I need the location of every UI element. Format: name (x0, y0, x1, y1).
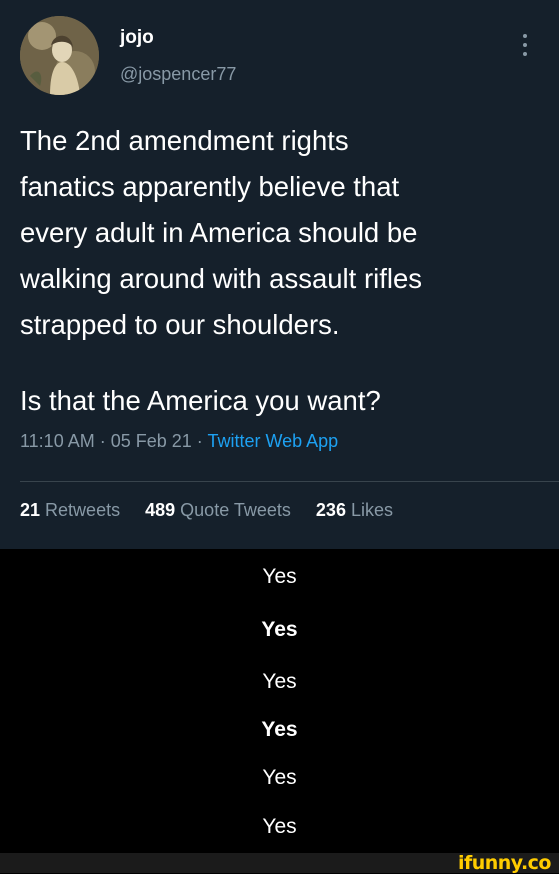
tweet-text-line: The 2nd amendment rights (20, 125, 349, 156)
retweets-stat[interactable]: 21 Retweets (20, 500, 120, 520)
reply-text: Yes (262, 766, 297, 789)
tweet-date[interactable]: 05 Feb 21 (111, 431, 192, 451)
tweet-time[interactable]: 11:10 AM (20, 431, 95, 451)
separator: · (94, 431, 111, 451)
tweet-text-line: every adult in America should be (20, 217, 418, 248)
retweets-count: 21 (20, 500, 41, 520)
reply-text: Yes (262, 815, 297, 838)
reply-text: Yes (261, 618, 298, 641)
retweets-label: Retweets (45, 500, 121, 520)
avatar[interactable] (20, 16, 99, 95)
reply-text: Yes (262, 565, 297, 588)
reply-text: Yes (261, 718, 298, 741)
quote-tweets-label: Quote Tweets (180, 500, 291, 520)
dot (523, 43, 527, 47)
avatar-image (20, 16, 99, 95)
likes-count: 236 (315, 500, 346, 520)
replies-section: Yes Yes Yes Yes Yes Yes (0, 549, 559, 853)
quote-tweets-count: 489 (145, 500, 176, 520)
tweet-text-line: walking around with assault rifles (20, 263, 422, 294)
tweet-stats: 21 Retweets 489 Quote Tweets 236 Likes (20, 500, 413, 521)
separator: · (191, 431, 208, 451)
tweet-meta: 11:10 AM · 05 Feb 21 · Twitter Web App (20, 431, 338, 452)
tweet-text: The 2nd amendment rights fanatics appare… (20, 118, 545, 424)
tweet-card: jojo @jospencer77 The 2nd amendment righ… (0, 0, 559, 549)
reply-text: Yes (262, 670, 297, 693)
tweet-text-line: strapped to our shoulders. (20, 309, 340, 340)
likes-stat[interactable]: 236 Likes (316, 500, 393, 520)
more-options-icon[interactable] (512, 30, 538, 60)
ifunny-watermark-logo: ifunny.co (457, 852, 552, 874)
tweet-question: Is that the America you want? (20, 385, 381, 416)
tweet-source-link[interactable]: Twitter Web App (207, 431, 338, 451)
quote-tweets-stat[interactable]: 489 Quote Tweets (145, 500, 291, 520)
tweet-text-line: fanatics apparently believe that (20, 171, 400, 202)
dot (523, 34, 527, 38)
user-handle[interactable]: @jospencer77 (120, 64, 236, 85)
display-name[interactable]: jojo (120, 27, 154, 49)
divider (20, 481, 559, 482)
likes-label: Likes (350, 500, 394, 520)
dot (523, 52, 527, 56)
